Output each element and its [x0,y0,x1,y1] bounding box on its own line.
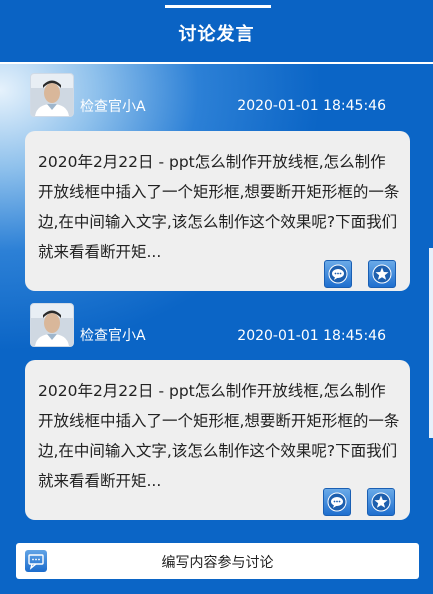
post-time: 2020-01-01 18:45:46 [237,328,386,344]
post-time: 2020-01-01 18:45:46 [237,98,386,114]
post-content: 2020年2月22日 - ppt怎么制作开放线框,怎么制作开放线框中插入了一个矩… [38,382,400,490]
post-author[interactable]: 检查官小A [80,96,146,116]
chat-bubble-icon [328,264,348,284]
header-bar: 讨论发言 [0,0,433,64]
chat-bubble-icon [327,492,347,512]
avatar-image [31,304,73,346]
header-accent-line [165,5,271,8]
post-author[interactable]: 检查官小A [80,325,146,345]
post-bubble: 2020年2月22日 - ppt怎么制作开放线框,怎么制作开放线框中插入了一个矩… [25,360,410,520]
avatar[interactable] [30,73,74,117]
comment-button[interactable] [324,260,352,288]
compose-bar[interactable]: 编写内容参与讨论 [16,543,419,579]
star-icon [371,492,391,512]
avatar[interactable] [30,303,74,347]
post-bubble: 2020年2月22日 - ppt怎么制作开放线框,怎么制作开放线框中插入了一个矩… [25,131,410,291]
favorite-button[interactable] [368,260,396,288]
star-icon [372,264,392,284]
post-content: 2020年2月22日 - ppt怎么制作开放线框,怎么制作开放线框中插入了一个矩… [38,153,400,261]
favorite-button[interactable] [367,488,395,516]
page-title: 讨论发言 [178,24,255,45]
compose-label[interactable]: 编写内容参与讨论 [16,552,419,572]
scrollbar[interactable] [429,248,433,438]
comment-button[interactable] [323,488,351,516]
avatar-image [31,74,73,116]
